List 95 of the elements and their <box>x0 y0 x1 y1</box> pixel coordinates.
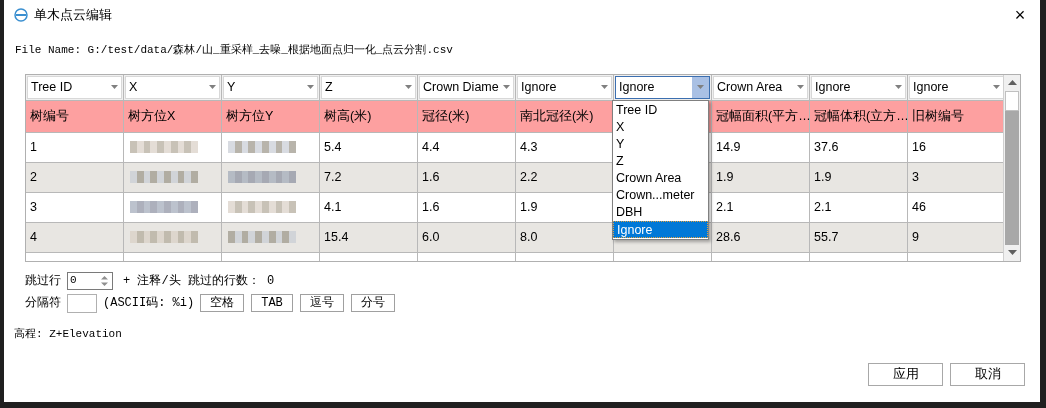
column-header: 旧树编号 <box>912 107 964 125</box>
table-cell-text: 1 <box>30 138 37 156</box>
table-cell-text: 1.9 <box>520 198 538 216</box>
spin-arrows-icon[interactable] <box>101 274 108 287</box>
dropdown-option[interactable]: Y <box>613 135 708 153</box>
table-cell-text: 4 <box>30 228 37 246</box>
pixelated-value <box>130 141 198 153</box>
table-cell-text: 5.4 <box>324 138 342 156</box>
caret-down-icon <box>894 85 902 89</box>
table-cell-text: 6.0 <box>422 228 440 246</box>
table-cell-text: 9 <box>912 228 919 246</box>
column-header: 树编号 <box>30 107 69 125</box>
table-cell-text: 28.6 <box>716 228 741 246</box>
table-cell-text: 2.1 <box>716 198 734 216</box>
column-type-dropdown[interactable]: Ignore <box>615 75 710 99</box>
pixelated-value <box>228 141 296 153</box>
skip-rows-label: 跳过行 <box>25 272 61 290</box>
table-cell-text: 3 <box>30 198 37 216</box>
dropdown-option[interactable]: Z <box>613 152 708 170</box>
table-cell-text: 4.1 <box>324 198 342 216</box>
table-cell-text: 1.9 <box>716 168 734 186</box>
table-cell-text: 37.6 <box>814 138 839 156</box>
column-type-dropdown[interactable]: X <box>125 75 220 99</box>
separator-field[interactable] <box>67 293 97 313</box>
table-cell-text: 3 <box>912 168 919 186</box>
separator-button[interactable]: 逗号 <box>299 294 344 312</box>
table-cell-text: 4.3 <box>520 138 538 156</box>
ascii-code-label: (ASCII码: %i) <box>103 295 195 312</box>
separator-button[interactable]: 空格 <box>200 294 245 312</box>
column-header: 南北冠径(米) <box>520 107 594 125</box>
scroll-down-icon[interactable] <box>1007 250 1017 255</box>
caret-down-icon <box>110 85 118 89</box>
dropdown-option[interactable]: DBH <box>613 203 708 221</box>
column-header: 冠幅体积(立方… <box>814 107 909 125</box>
pixelated-value <box>228 231 296 243</box>
table-cell-text: 15.4 <box>324 228 349 246</box>
caret-down-icon <box>404 85 412 89</box>
dropdown-option[interactable]: Crown Area <box>613 169 708 187</box>
pixelated-value <box>130 231 198 243</box>
caret-down-icon <box>796 85 804 89</box>
pixelated-value <box>228 201 296 213</box>
column-header: 冠幅面积(平方… <box>716 107 811 125</box>
column-type-dropdown[interactable]: Crown Area <box>713 75 808 99</box>
window-title: 单木点云编辑 <box>34 6 112 25</box>
caret-down-icon <box>992 85 1000 89</box>
column-type-dropdown[interactable]: Y <box>223 75 318 99</box>
dialog-button[interactable]: 取消 <box>950 363 1025 386</box>
scrollbar-thumb[interactable] <box>1005 90 1019 111</box>
caret-down-icon <box>502 85 510 89</box>
column-type-dropdown[interactable]: Ignore <box>811 75 906 99</box>
elevation-label: 高程: Z+Elevation <box>14 326 123 342</box>
column-type-dropdown[interactable]: Ignore <box>909 75 1003 99</box>
skipped-rows-label: + 注释/头 跳过的行数： 0 <box>123 272 275 290</box>
column-header: 树方位X <box>128 107 176 125</box>
separator-label: 分隔符 <box>25 295 61 312</box>
table-cell-text: 2 <box>30 168 37 186</box>
column-header: 树方位Y <box>226 107 274 125</box>
file-name-label: File Name: G:/test/data/森林/山_重采样_去噪_根据地面点归一化_点云分割.csv <box>15 42 454 58</box>
caret-down-icon <box>208 85 216 89</box>
column-header: 冠径(米) <box>422 107 470 125</box>
table-cell-text: 2.1 <box>814 198 832 216</box>
table-cell-text: 4.4 <box>422 138 440 156</box>
dropdown-option[interactable]: X <box>613 118 708 136</box>
dropdown-option[interactable]: Tree ID <box>613 101 708 119</box>
table-cell-text: 1.6 <box>422 198 440 216</box>
table-cell-text: 1.9 <box>814 168 832 186</box>
skip-rows-spinbox[interactable]: 0 <box>67 271 113 290</box>
scrollbar[interactable] <box>1003 74 1020 261</box>
table-cell-text: 16 <box>912 138 926 156</box>
dialog-button[interactable]: 应用 <box>868 363 943 386</box>
table-cell-text: 2.2 <box>520 168 538 186</box>
table-cell-text: 46 <box>912 198 926 216</box>
column-type-dropdown[interactable]: Ignore <box>517 75 612 99</box>
pixelated-value <box>130 171 198 183</box>
pixelated-value <box>130 201 198 213</box>
dropdown-option[interactable]: Crown...meter <box>613 186 708 204</box>
separator-button[interactable]: 分号 <box>350 294 395 312</box>
table-cell-text: 7.2 <box>324 168 342 186</box>
column-header: 树高(米) <box>324 107 372 125</box>
caret-down-icon <box>600 85 608 89</box>
table-cell-text: 55.7 <box>814 228 839 246</box>
column-type-dropdown[interactable]: Z <box>321 75 416 99</box>
column-type-dropdown[interactable]: Crown Diame <box>419 75 514 99</box>
close-button[interactable]: × <box>1008 3 1032 27</box>
separator-button[interactable]: TAB <box>251 294 293 312</box>
table-cell-text: 14.9 <box>716 138 741 156</box>
caret-down-icon <box>306 85 314 89</box>
caret-down-icon <box>697 85 704 89</box>
pixelated-value <box>228 171 296 183</box>
table-cell-text: 1.6 <box>422 168 440 186</box>
column-type-dropdown[interactable]: Tree ID <box>27 75 122 99</box>
app-logo-icon <box>14 8 28 22</box>
table-cell-text: 8.0 <box>520 228 538 246</box>
dropdown-option[interactable]: Ignore <box>613 220 708 238</box>
scroll-up-icon[interactable] <box>1007 80 1017 85</box>
